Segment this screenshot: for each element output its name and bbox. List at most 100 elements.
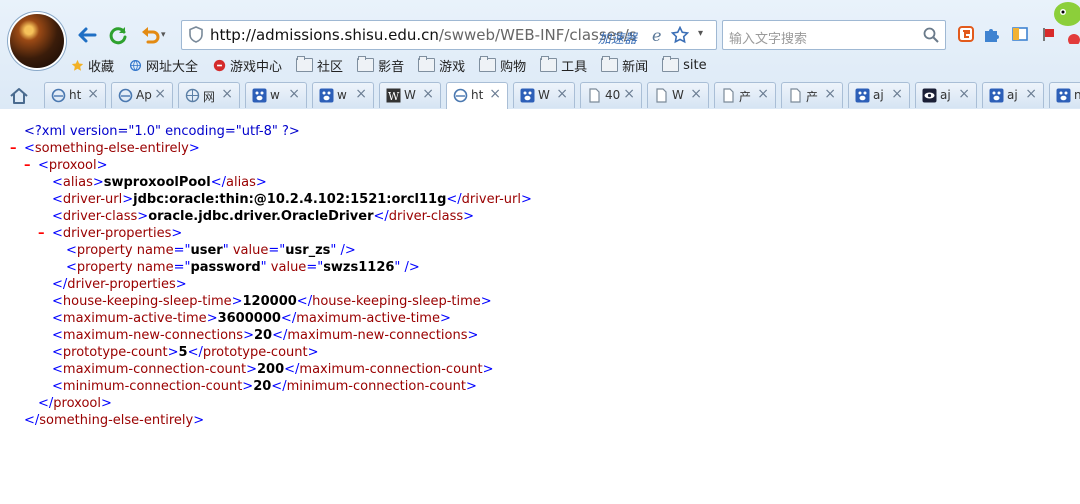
browser-tab[interactable]: w ×: [245, 82, 307, 108]
tag-name: alias: [225, 175, 256, 190]
tab-title: aj: [1007, 88, 1018, 102]
ie-icon[interactable]: e: [650, 27, 666, 43]
star-icon[interactable]: [671, 26, 689, 44]
tab-title: ht: [69, 88, 82, 102]
svg-text:W: W: [388, 90, 400, 103]
close-tab-icon[interactable]: ×: [422, 86, 434, 102]
page-icon: [656, 88, 667, 103]
browser-tab[interactable]: W ×: [647, 82, 709, 108]
close-tab-icon[interactable]: ×: [1025, 86, 1037, 102]
close-tab-icon[interactable]: ×: [556, 86, 568, 102]
bookmark-label: 购物: [500, 59, 527, 75]
close-tab-icon[interactable]: ×: [824, 86, 836, 102]
home-icon[interactable]: [8, 85, 30, 107]
xml-max-conn: <maximum-connection-count>200</maximum-c…: [52, 362, 494, 377]
bookmark-folder-community[interactable]: 社区: [296, 56, 343, 75]
tag-name: house-keeping-sleep-time: [312, 294, 481, 309]
tab-title: w: [270, 88, 280, 102]
bookmark-folder-tools[interactable]: 工具: [540, 56, 587, 75]
browser-tab[interactable]: 40 ×: [580, 82, 642, 108]
attribute-value: password: [190, 260, 261, 275]
bookmark-folder-media[interactable]: 影音: [357, 56, 404, 75]
collapse-toggle[interactable]: –: [38, 225, 52, 242]
chevron-down-icon[interactable]: ▾: [698, 28, 703, 39]
bookmark-folder-site[interactable]: site: [662, 56, 707, 73]
close-tab-icon[interactable]: ×: [958, 86, 970, 102]
browser-tab[interactable]: Ap ×: [111, 82, 173, 108]
tag-name: proxool: [53, 396, 101, 411]
folder-icon: [479, 56, 497, 72]
bookmark-folder-news[interactable]: 新闻: [601, 56, 648, 75]
url-text[interactable]: http://admissions.shisu.edu.cn/swweb/WEB…: [210, 26, 637, 44]
undo-dropdown-icon[interactable]: ▾: [161, 30, 166, 40]
paw-icon: [855, 88, 870, 103]
collapse-toggle[interactable]: –: [10, 140, 24, 157]
close-tab-icon[interactable]: ×: [87, 86, 99, 102]
close-tab-icon[interactable]: ×: [288, 86, 300, 102]
close-tab-icon[interactable]: ×: [154, 86, 166, 102]
close-tab-icon[interactable]: ×: [221, 86, 233, 102]
tag-name: driver-properties: [67, 277, 176, 292]
bookmark-label: 收藏: [88, 59, 115, 75]
bookmarks-bar: 收藏 网址大全 游戏中心 社区 影音 游戏 购物 工具 新闻 site: [70, 54, 721, 76]
bookmark-label: 社区: [317, 59, 344, 75]
bookmark-favorites[interactable]: 收藏: [70, 56, 114, 75]
browser-tab[interactable]: 产 ×: [714, 82, 776, 108]
tag-name: prototype-count: [62, 345, 168, 360]
tag-name: prototype-count: [202, 345, 308, 360]
search-icon[interactable]: [923, 27, 939, 43]
tab-title: 40: [605, 88, 621, 102]
close-tab-icon[interactable]: ×: [757, 86, 769, 102]
tag-name: maximum-new-connections: [287, 328, 468, 343]
tag-name: maximum-connection-count: [299, 362, 483, 377]
extension-window-icon[interactable]: [1010, 24, 1030, 44]
bookmark-folder-games[interactable]: 游戏: [418, 56, 465, 75]
browser-tab[interactable]: aj ×: [848, 82, 910, 108]
globe-icon: [130, 59, 141, 71]
bookmark-sites[interactable]: 网址大全: [128, 56, 198, 75]
browser-tab[interactable]: 产 ×: [781, 82, 843, 108]
svg-text:e: e: [652, 27, 661, 43]
bookmark-label: 游戏中心: [230, 59, 283, 75]
bookmark-folder-shopping[interactable]: 购物: [479, 56, 526, 75]
bookmark-label: 网址大全: [146, 59, 199, 75]
address-bar[interactable]: http://admissions.shisu.edu.cn/swweb/WEB…: [181, 20, 717, 50]
refresh-icon[interactable]: [105, 22, 131, 48]
browser-tab[interactable]: n×: [1049, 82, 1080, 108]
extension-red-icon[interactable]: [956, 24, 976, 44]
tag-name: house-keeping-sleep-time: [62, 294, 232, 309]
close-tab-icon[interactable]: ×: [355, 86, 367, 102]
xml-viewer: <?xml version="1.0" encoding="utf-8" ?> …: [0, 109, 1080, 504]
extension-puzzle-icon[interactable]: [982, 24, 1002, 44]
tag-name: alias: [62, 175, 93, 190]
tag-name: maximum-active-time: [62, 311, 207, 326]
mascot-icon[interactable]: [1048, 0, 1080, 46]
tab-title: W: [672, 88, 684, 102]
browser-tab[interactable]: w ×: [312, 82, 374, 108]
collapse-toggle[interactable]: –: [24, 157, 38, 174]
bookmark-label: 新闻: [622, 59, 649, 75]
accelerator-button[interactable]: 加速器: [598, 28, 637, 47]
user-avatar[interactable]: [10, 14, 64, 68]
bookmark-games-center[interactable]: 游戏中心: [212, 56, 282, 75]
close-tab-icon[interactable]: ×: [489, 86, 501, 102]
browser-tab[interactable]: 网 ×: [178, 82, 240, 108]
search-input[interactable]: 输入文字搜索: [729, 28, 807, 47]
browser-tab[interactable]: ht ×: [44, 82, 106, 108]
paw-icon: [520, 88, 535, 103]
browser-tab[interactable]: aj ×: [982, 82, 1044, 108]
xml-proxool-open: – <proxool>: [24, 157, 108, 174]
search-box[interactable]: 输入文字搜索: [722, 20, 946, 50]
element-value: 120000: [242, 294, 297, 309]
paw-icon: [989, 88, 1004, 103]
xml-max-new: <maximum-new-connections>20</maximum-new…: [52, 328, 479, 343]
close-tab-icon[interactable]: ×: [891, 86, 903, 102]
browser-tab[interactable]: ht ×: [446, 82, 508, 110]
close-tab-icon[interactable]: ×: [623, 86, 635, 102]
close-tab-icon[interactable]: ×: [690, 86, 702, 102]
browser-tab[interactable]: W W ×: [379, 82, 441, 108]
browser-tab[interactable]: aj ×: [915, 82, 977, 108]
browser-tab[interactable]: W ×: [513, 82, 575, 108]
tag-name: maximum-new-connections: [62, 328, 244, 343]
back-arrow-icon[interactable]: [74, 22, 100, 48]
